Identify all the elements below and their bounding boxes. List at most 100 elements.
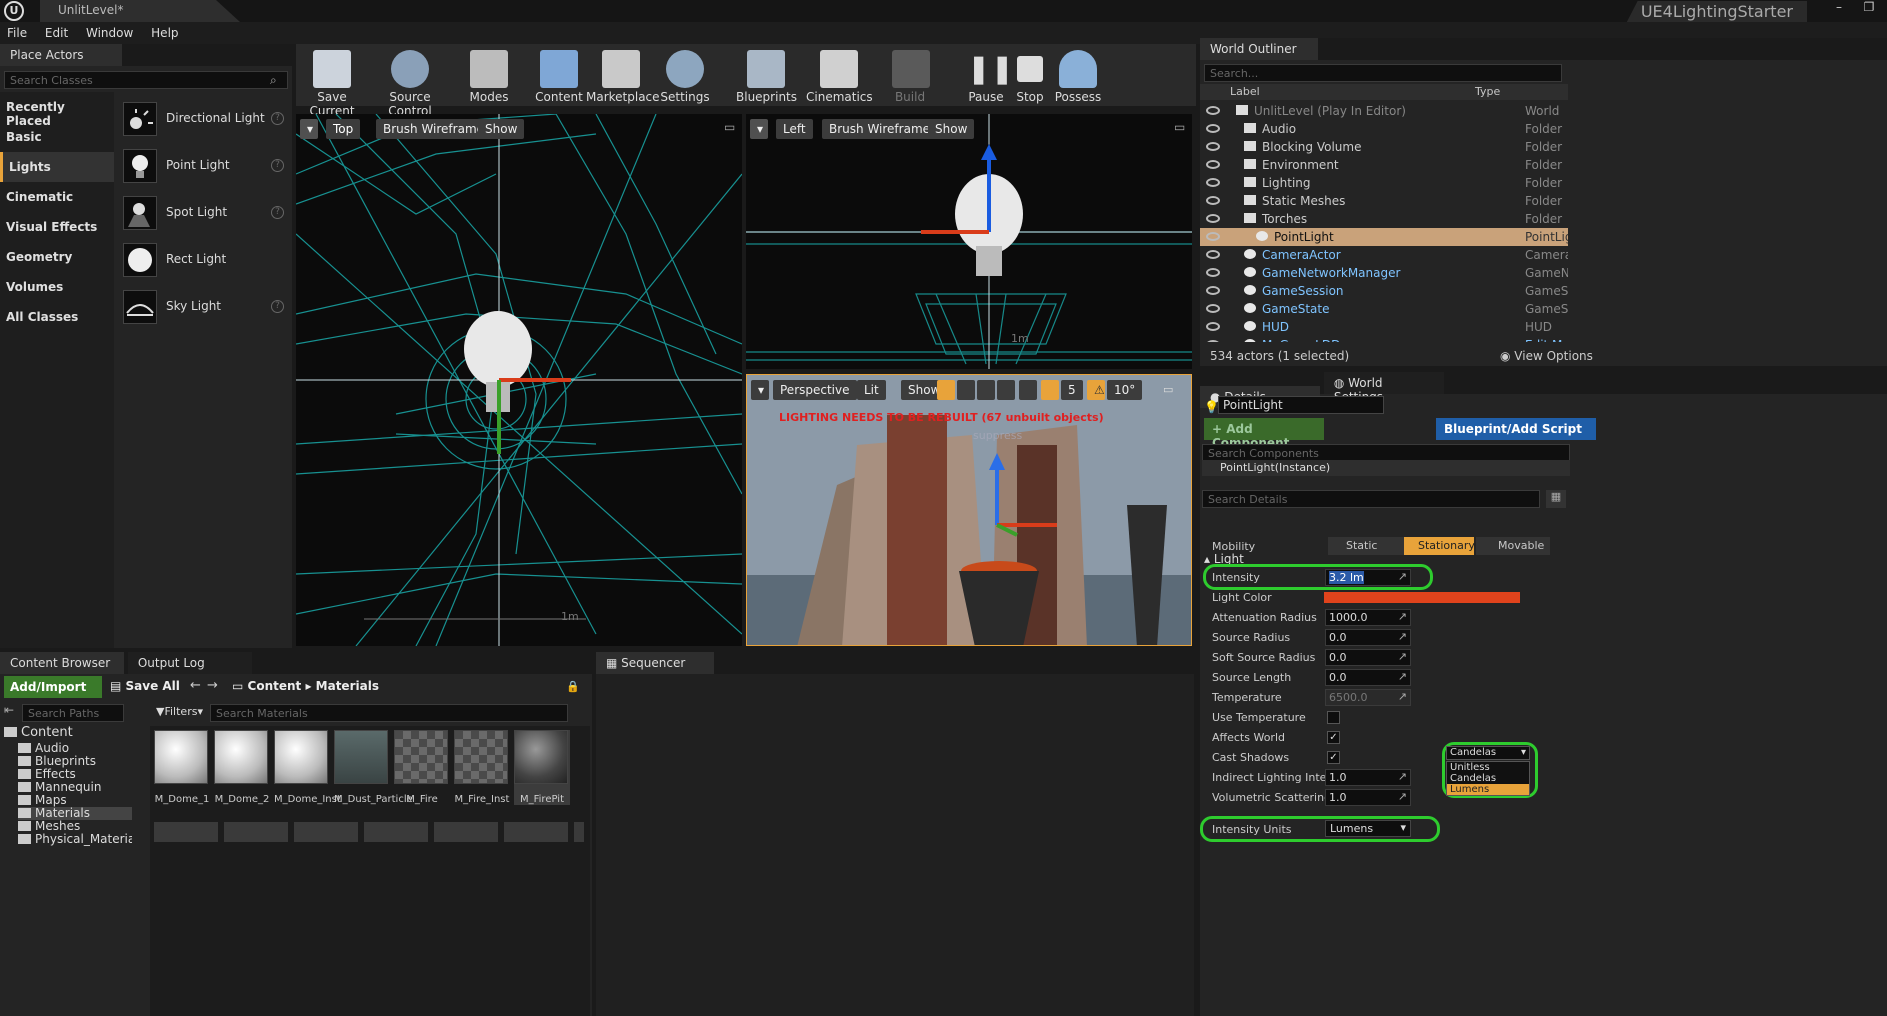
stop-button[interactable]: Stop [1012,50,1048,104]
source-control-button[interactable]: Source Control [368,50,452,118]
units-option-lumens[interactable]: Lumens [1447,784,1529,795]
cinematics-button[interactable]: Cinematics [806,50,873,104]
pause-button[interactable]: ❚❚ Pause [966,50,1014,104]
asset-tile[interactable]: M_Dome_2 [214,730,270,805]
search-details-input[interactable]: Search Details [1202,490,1540,508]
blueprint-add-script-button[interactable]: Blueprint/Add Script [1436,418,1596,440]
tab-output-log[interactable]: Output Log [127,652,252,674]
add-import-button[interactable]: Add/Import [4,676,102,698]
folder-item[interactable]: Content [4,726,132,742]
viewport-menu-button[interactable]: ▾ [751,380,769,400]
help-icon[interactable]: ? [271,300,284,313]
add-component-button[interactable]: + Add Component [1204,418,1324,450]
marketplace-button[interactable]: Marketplace [586,50,660,104]
blueprints-button[interactable]: Blueprints [736,50,797,104]
value-field[interactable]: 1.0 ↗ [1325,769,1411,786]
menu-edit[interactable]: Edit [38,22,75,44]
asset-tile[interactable]: M_FirePit [514,730,570,805]
modes-button[interactable]: Modes [464,50,514,104]
lit-button[interactable]: Lit [857,380,886,400]
world-icon[interactable] [997,380,1015,400]
menu-file[interactable]: File [0,22,34,44]
camera-speed-icon[interactable]: ▭ [1163,383,1173,396]
show-button[interactable]: Show [478,119,525,139]
settings-button[interactable]: Settings [660,50,710,104]
search-paths-input[interactable]: Search Paths [22,704,124,722]
help-icon[interactable]: ? [271,206,284,219]
category-recently-placed[interactable]: Recently Placed [0,92,114,128]
viewport-top[interactable]: ▾ Top Brush Wireframe Show 1m ▭ [296,114,742,646]
asset-tile[interactable]: M_Fire [394,730,450,805]
maximize-icon[interactable]: ▭ [1174,120,1185,134]
category-all-classes[interactable]: All Classes [0,302,114,332]
eye-icon[interactable] [1206,340,1220,342]
eye-icon[interactable] [1206,214,1220,223]
value-field[interactable]: 0.0 ↗ [1325,649,1411,666]
surface-snap-icon[interactable] [1019,380,1037,400]
eye-icon[interactable] [1206,124,1220,133]
column-type[interactable]: Type [1475,85,1500,98]
crumb-materials[interactable]: Materials [316,679,379,693]
tab-sequencer[interactable]: ▦ Sequencer [596,652,714,674]
tab-world-settings[interactable]: ◍ World Settings [1323,372,1444,404]
value-field[interactable]: 0.0 ↗ [1325,669,1411,686]
viewport-menu-button[interactable]: ▾ [750,119,768,139]
column-label[interactable]: Label [1230,85,1260,98]
eye-icon[interactable] [1206,196,1220,205]
intensity-units-select[interactable]: Lumens ▾ [1325,820,1411,837]
restore-icon[interactable]: ❐ [1856,0,1882,18]
help-icon[interactable]: ? [271,112,284,125]
back-icon[interactable]: ← [190,678,201,693]
category-lights[interactable]: Lights [0,152,114,182]
brush-wireframe-button[interactable]: Brush Wireframe [376,119,492,139]
collapse-icon[interactable]: ⇤ [4,703,14,717]
view-top-button[interactable]: Top [326,119,361,139]
rotate-icon[interactable] [957,380,975,400]
outliner-row[interactable]: Environment Folder [1200,156,1568,174]
actor-sky-light[interactable]: Sky Light? [116,284,292,331]
mobility-movable-button[interactable]: Movable [1476,537,1550,555]
outliner-row[interactable]: Audio Folder [1200,120,1568,138]
outliner-row[interactable]: HUD HUD [1200,318,1568,336]
actor-rect-light[interactable]: Rect Light [116,237,292,284]
asset-tile[interactable]: M_Dust_Particle [334,730,413,805]
outliner-row[interactable]: CameraActorCameraActor [1200,246,1568,264]
rotation-snap-button[interactable]: 10° [1107,380,1143,400]
asset-tile[interactable]: M_Fire_Inst [454,730,510,805]
asset-tile[interactable]: M_Dome_Inst [274,730,341,805]
checkbox[interactable] [1327,711,1340,724]
outliner-search-input[interactable]: Search... [1204,64,1562,82]
view-options-icon[interactable]: ▦ [1546,490,1566,508]
mobility-static-button[interactable]: Static [1328,537,1404,555]
show-button[interactable]: Show [928,119,975,139]
filters-button[interactable]: ▼Filters▾ [156,705,203,718]
value-field[interactable]: 1.0 ↗ [1325,789,1411,806]
view-left-button[interactable]: Left [776,119,813,139]
category-cinematic[interactable]: Cinematic [0,182,114,212]
outliner-row[interactable]: GameNetworkManagerGameNetworkManager [1200,264,1568,282]
view-perspective-button[interactable]: Perspective [773,380,857,400]
outliner-row[interactable]: Lighting Folder [1200,174,1568,192]
eye-icon[interactable] [1206,250,1220,259]
level-tab[interactable]: UnlitLevel* [40,0,240,22]
eye-icon[interactable] [1206,232,1220,241]
grid-size-button[interactable]: 5 [1061,380,1083,400]
minimize-icon[interactable]: – [1826,0,1852,18]
component-instance-row[interactable]: PointLight(Instance) [1202,460,1570,476]
outliner-row[interactable]: PointLightPointLight [1200,228,1568,246]
maximize-icon[interactable]: ▭ [724,120,735,134]
outliner-row[interactable]: GameSessionGameSession [1200,282,1568,300]
asset-tile[interactable]: M_Dome_1 [154,730,210,805]
outliner-row[interactable]: MyGameLDDemoEdit MyGameLDDemo [1200,336,1568,342]
units-option-candelas[interactable]: Candelas [1447,773,1529,784]
checkbox[interactable]: ✓ [1327,751,1340,764]
eye-icon[interactable] [1206,160,1220,169]
translate-icon[interactable] [937,380,955,400]
eye-icon[interactable] [1206,106,1220,115]
viewport-left[interactable]: ▾ Left Brush Wireframe Show 1m ▭ [746,114,1192,369]
outliner-row[interactable]: GameStateGameState [1200,300,1568,318]
help-icon[interactable]: ? [271,159,284,172]
eye-icon[interactable] [1206,322,1220,331]
units-option-unitless[interactable]: Unitless [1447,762,1529,773]
viewport-perspective[interactable]: ▾ Perspective Lit Show 5 ⚠ 10° ▭ LIGHTIN… [746,374,1192,646]
